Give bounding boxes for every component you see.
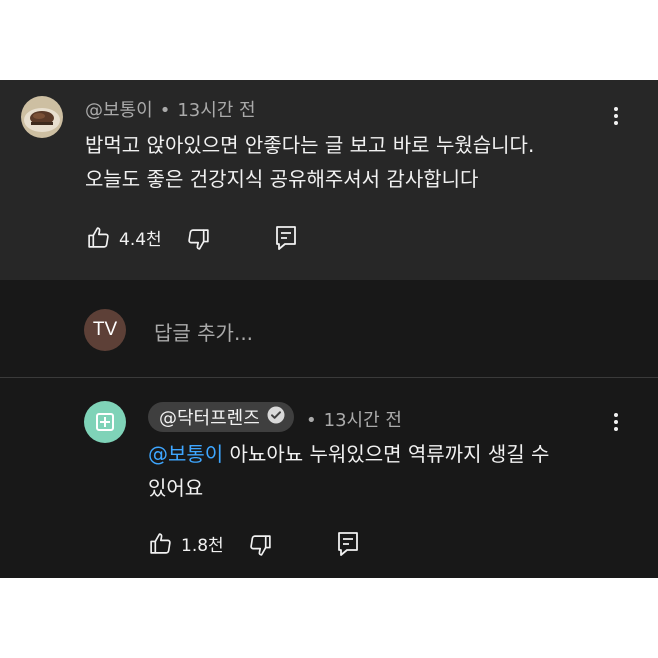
reply-author: @닥터프렌즈	[159, 408, 260, 429]
reply-meta: • 13시간 전	[306, 410, 402, 431]
like-button[interactable]: 1.8천	[148, 531, 224, 556]
comment-time: 13시간 전	[177, 100, 256, 121]
reply-button[interactable]	[336, 531, 360, 557]
comment-author[interactable]: @보통이	[85, 100, 153, 121]
comment-icon	[274, 225, 298, 251]
channel-avatar[interactable]	[84, 401, 126, 443]
thumb-down-icon	[248, 533, 273, 558]
comment-line: 밥먹고 앉아있으면 안좋다는 글 보고 바로 누웠습니다.	[85, 133, 535, 157]
comment-text: 밥먹고 앉아있으면 안좋다는 글 보고 바로 누웠습니다. 오늘도 좋은 건강지…	[85, 128, 534, 196]
comment-line: 오늘도 좋은 건강지식 공유해주셔서 감사합니다	[85, 167, 479, 191]
like-count: 4.4천	[119, 230, 162, 250]
reply-input[interactable]: 답글 추가...	[154, 317, 253, 346]
comment-card: @보통이 • 13시간 전 밥먹고 앉아있으면 안좋다는 글 보고 바로 누웠습니다…	[0, 80, 658, 280]
thumb-up-icon	[148, 531, 173, 556]
thumb-up-icon	[86, 225, 111, 250]
medical-cross-icon	[96, 413, 114, 431]
like-button[interactable]: 4.4천	[86, 225, 162, 250]
more-vert-icon[interactable]	[610, 411, 622, 435]
reply-time: 13시간 전	[323, 410, 402, 431]
mention-link[interactable]: @보통이	[148, 442, 223, 466]
reply-line: 있어요	[148, 476, 204, 500]
like-count: 1.8천	[181, 536, 224, 556]
dislike-button[interactable]	[248, 533, 273, 558]
comment-meta: @보통이 • 13시간 전	[85, 100, 256, 121]
reply-button[interactable]	[274, 225, 298, 251]
verified-check-icon	[267, 406, 285, 429]
reply-line: @보통이 아뇨아뇨 누워있으면 역류까지 생길 수	[148, 437, 549, 471]
reply-card: @닥터프렌즈 • 13시간 전 @보통이 아뇨아뇨 누워있으면 역류까지 생길 수…	[0, 378, 658, 578]
reply-line-text: 아뇨아뇨 누워있으면 역류까지 생길 수	[223, 442, 550, 466]
reply-text: @보통이 아뇨아뇨 누워있으면 역류까지 생길 수 있어요	[148, 437, 549, 505]
commenter-avatar[interactable]	[21, 96, 63, 138]
dislike-button[interactable]	[186, 227, 211, 252]
reply-input-row: TV 답글 추가...	[0, 280, 658, 378]
channel-name-pill[interactable]: @닥터프렌즈	[148, 402, 294, 432]
user-avatar: TV	[84, 309, 126, 351]
more-vert-icon[interactable]	[610, 105, 622, 129]
comment-icon	[336, 531, 360, 557]
thumb-down-icon	[186, 227, 211, 252]
